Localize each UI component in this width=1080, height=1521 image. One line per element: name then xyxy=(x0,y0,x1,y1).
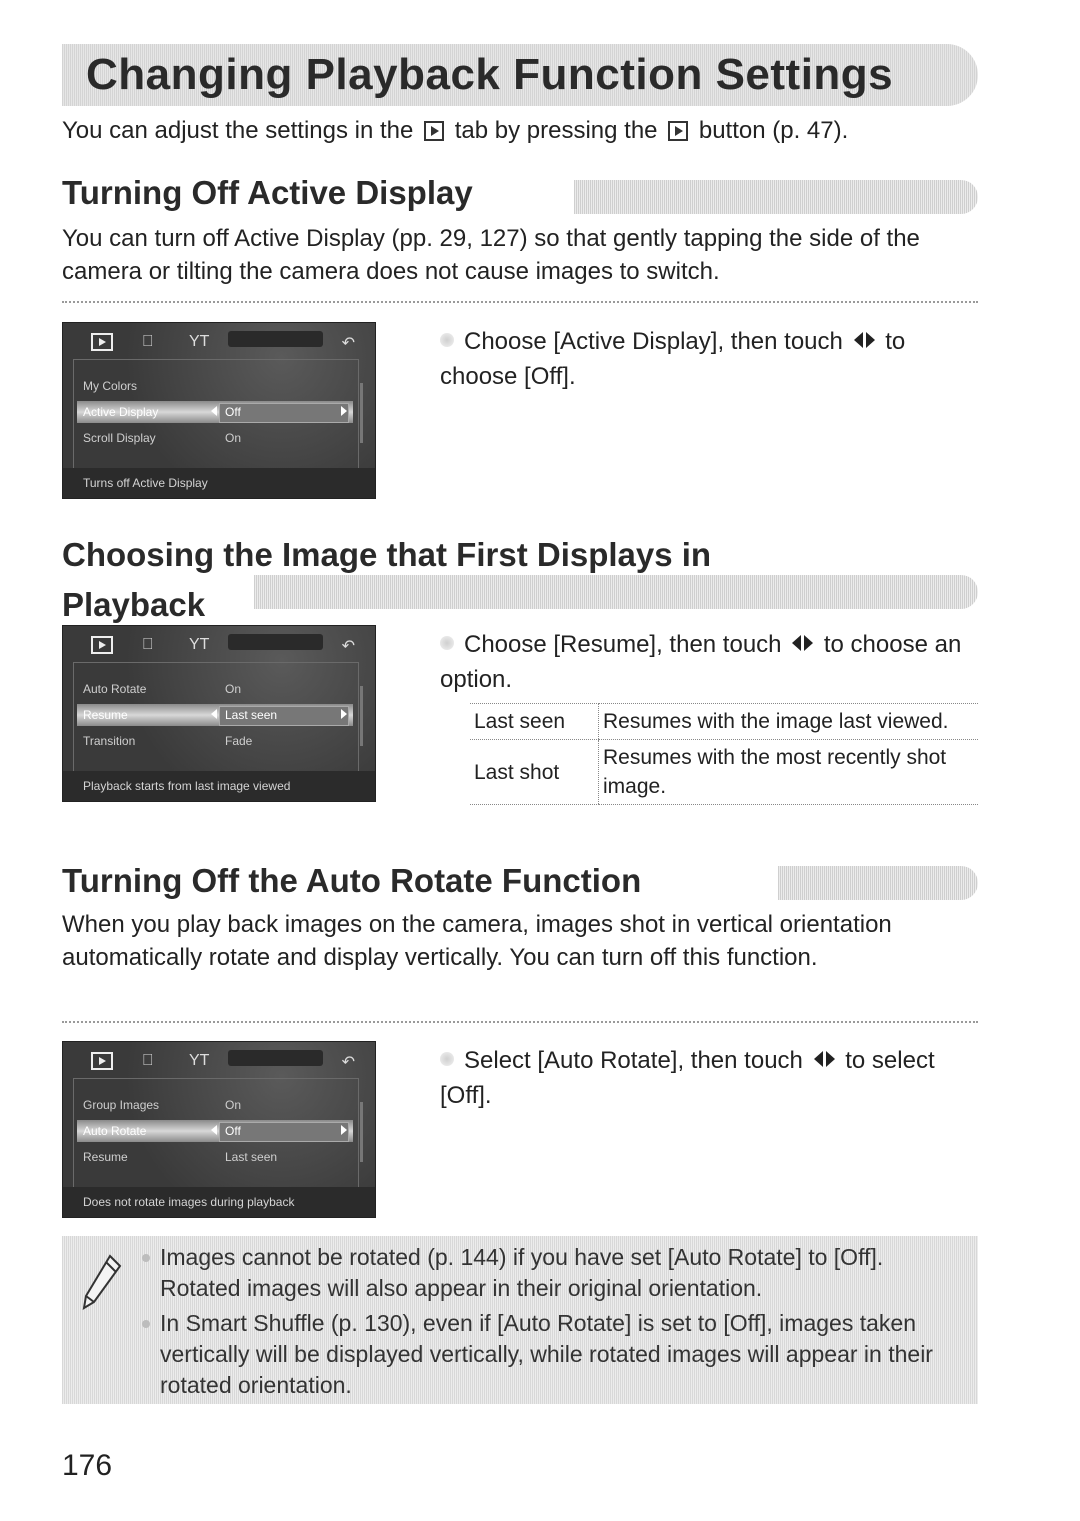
step-bullet-icon xyxy=(440,1052,454,1066)
camera-screen-active-display: ⎕ ΥΤ ↶ My Colors Active Display Off Scro… xyxy=(62,322,376,499)
left-arrow-icon xyxy=(211,406,217,416)
menu-hint: Playback starts from last image viewed xyxy=(63,771,375,801)
right-arrow-icon xyxy=(341,1125,347,1135)
left-right-arrows-icon xyxy=(792,626,814,661)
tab-indicator xyxy=(228,1050,323,1066)
divider xyxy=(62,1021,978,1023)
note-item: Images cannot be rotated (p. 144) if you… xyxy=(142,1242,962,1304)
camera-screen-auto-rotate: ⎕ ΥΤ ↶ Group Images On Auto Rotate Off R… xyxy=(62,1041,376,1218)
playback-button-icon xyxy=(668,121,689,141)
intro-part1: You can adjust the settings in the xyxy=(62,117,414,144)
scrollbar xyxy=(360,1102,363,1162)
playback-icon xyxy=(424,121,445,141)
menu-value: Fade xyxy=(225,734,253,748)
menu-row: Group Images On xyxy=(77,1094,353,1116)
pencil-icon xyxy=(82,1254,122,1310)
left-arrow-icon xyxy=(211,1125,217,1135)
menu-row-selected: Auto Rotate Off xyxy=(77,1120,353,1142)
option-description: Resumes with the most recently shot imag… xyxy=(598,739,978,805)
step-bullet-icon xyxy=(440,636,454,650)
right-arrow-icon xyxy=(341,406,347,416)
note-list: Images cannot be rotated (p. 144) if you… xyxy=(142,1242,962,1405)
back-icon: ↶ xyxy=(341,1054,355,1071)
step-resume: Choose [Resume], then touch to choose an… xyxy=(440,626,980,697)
playback-tab-icon xyxy=(91,636,113,654)
playback-tab-icon xyxy=(91,333,113,351)
menu-label: My Colors xyxy=(83,379,138,393)
note-item: In Smart Shuffle (p. 130), even if [Auto… xyxy=(142,1308,962,1401)
page-title: Changing Playback Function Settings xyxy=(86,50,894,99)
menu-label: Group Images xyxy=(83,1098,160,1112)
back-icon: ↶ xyxy=(341,638,355,655)
menu-value: On xyxy=(225,1098,242,1112)
menu-value: On xyxy=(225,682,242,696)
left-right-arrows-icon xyxy=(853,323,875,358)
step-bullet-icon xyxy=(440,333,454,347)
menu-hint: Does not rotate images during playback xyxy=(63,1187,375,1217)
divider xyxy=(62,301,978,303)
heading-bar xyxy=(778,866,978,900)
menu-value: Off xyxy=(225,405,241,419)
section-body-active-display: You can turn off Active Display (pp. 29,… xyxy=(62,225,920,285)
title-banner: Changing Playback Function Settings xyxy=(62,44,978,106)
scrollbar xyxy=(360,383,363,443)
menu-label: Scroll Display xyxy=(83,431,156,445)
tools-tab-icon: ΥΤ xyxy=(189,333,210,350)
menu-value: Last seen xyxy=(225,1150,278,1164)
section-heading-auto-rotate: Turning Off the Auto Rotate Function xyxy=(62,862,642,899)
intro-text: You can adjust the settings in the tab b… xyxy=(62,114,992,147)
intro-part2: tab by pressing the xyxy=(454,117,658,144)
resume-options-table: Last seen Resumes with the image last vi… xyxy=(470,703,978,805)
menu-value: Last seen xyxy=(225,708,278,722)
scrollbar xyxy=(360,686,363,746)
back-icon: ↶ xyxy=(341,335,355,352)
option-name: Last shot xyxy=(470,739,599,805)
menu-row: Resume Last seen xyxy=(77,1146,353,1168)
heading-bar xyxy=(574,180,978,214)
tab-indicator xyxy=(228,634,323,650)
camera-screen-resume: ⎕ ΥΤ ↶ Auto Rotate On Resume Last seen T… xyxy=(62,625,376,802)
step-active-display: Choose [Active Display], then touch to c… xyxy=(440,323,980,394)
menu-row-selected: Active Display Off xyxy=(77,401,353,423)
step-text: Select [Auto Rotate], then touch xyxy=(464,1047,803,1074)
playback-tab-icon xyxy=(91,1052,113,1070)
menu-hint: Turns off Active Display xyxy=(63,468,375,498)
heading-bar xyxy=(254,575,978,609)
section-body-auto-rotate: When you play back images on the camera,… xyxy=(62,911,892,971)
right-arrow-icon xyxy=(341,709,347,719)
menu-label: Transition xyxy=(83,734,136,748)
print-tab-icon: ⎕ xyxy=(143,333,153,350)
step-auto-rotate: Select [Auto Rotate], then touch to sele… xyxy=(440,1042,980,1113)
left-arrow-icon xyxy=(211,709,217,719)
heading-line-1: Choosing the Image that First Displays i… xyxy=(62,536,712,573)
menu-row: Transition Fade xyxy=(77,730,353,752)
table-row: Last shot Resumes with the most recently… xyxy=(470,739,978,805)
menu-row: My Colors xyxy=(77,375,353,397)
menu-value: Off xyxy=(225,1124,241,1138)
step-text: Choose [Resume], then touch xyxy=(464,631,782,658)
option-description: Resumes with the image last viewed. xyxy=(598,703,978,740)
tools-tab-icon: ΥΤ xyxy=(189,1052,210,1069)
print-tab-icon: ⎕ xyxy=(143,1052,153,1069)
menu-label: Resume xyxy=(83,708,128,722)
menu-label: Resume xyxy=(83,1150,128,1164)
menu-value: On xyxy=(225,431,242,445)
step-text: Choose [Active Display], then touch xyxy=(464,328,843,355)
page-number: 176 xyxy=(62,1449,113,1482)
left-right-arrows-icon xyxy=(813,1042,835,1077)
table-row: Last seen Resumes with the image last vi… xyxy=(470,703,978,740)
tab-indicator xyxy=(228,331,323,347)
intro-part3: button (p. 47). xyxy=(698,117,849,144)
menu-row: Auto Rotate On xyxy=(77,678,353,700)
section-heading-active-display: Turning Off Active Display xyxy=(62,174,473,211)
menu-label: Auto Rotate xyxy=(83,682,147,696)
print-tab-icon: ⎕ xyxy=(143,636,153,653)
menu-row-selected: Resume Last seen xyxy=(77,704,353,726)
tools-tab-icon: ΥΤ xyxy=(189,636,210,653)
note-box: Images cannot be rotated (p. 144) if you… xyxy=(62,1236,978,1404)
option-name: Last seen xyxy=(470,703,599,740)
menu-label: Active Display xyxy=(83,405,159,419)
menu-row: Scroll Display On xyxy=(77,427,353,449)
menu-label: Auto Rotate xyxy=(83,1124,147,1138)
